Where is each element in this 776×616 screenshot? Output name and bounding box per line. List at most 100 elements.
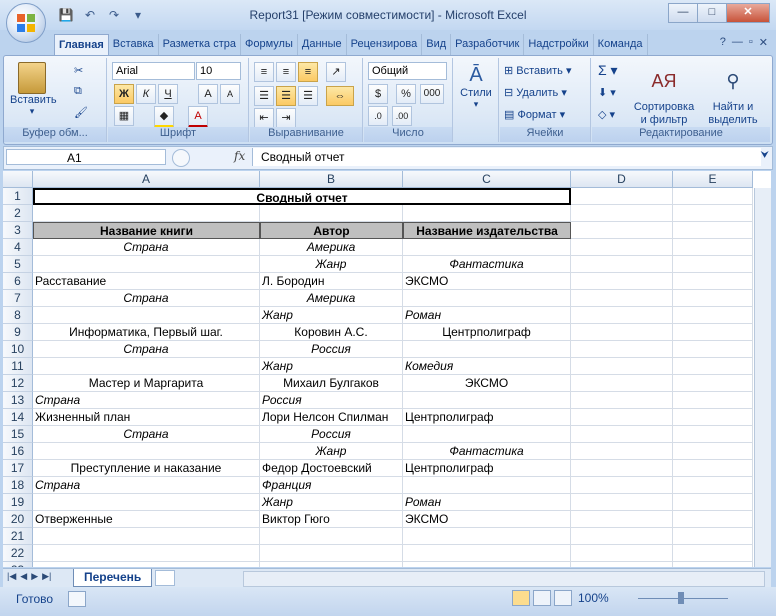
empty-cell[interactable] xyxy=(571,324,673,341)
align-top-icon[interactable]: ≡ xyxy=(254,62,274,82)
cell-a21[interactable] xyxy=(33,528,260,545)
page-layout-view-icon[interactable] xyxy=(533,590,551,606)
cell-c3[interactable]: Название издательства xyxy=(403,222,571,239)
column-header[interactable]: E xyxy=(673,171,753,188)
cell-c19[interactable]: Роман xyxy=(403,494,571,511)
insert-function-icon[interactable]: fx xyxy=(234,149,245,163)
empty-cell[interactable] xyxy=(673,426,753,443)
font-name-select[interactable]: Arial xyxy=(112,62,195,80)
empty-cell[interactable] xyxy=(571,205,673,222)
redo-icon[interactable]: ↷ xyxy=(104,6,124,24)
minimize-button[interactable]: — xyxy=(668,3,698,23)
decrease-decimal-icon[interactable]: .00 xyxy=(392,106,412,126)
undo-icon[interactable]: ↶ xyxy=(80,6,100,24)
first-sheet-icon[interactable]: |◀ xyxy=(7,571,16,582)
vertical-scrollbar[interactable] xyxy=(754,188,771,567)
empty-cell[interactable] xyxy=(571,358,673,375)
save-icon[interactable]: 💾 xyxy=(56,6,76,24)
column-header[interactable]: A xyxy=(33,171,260,188)
row-header[interactable]: 4 xyxy=(3,239,33,256)
delete-cells-button[interactable]: ⊟ Удалить ▾ xyxy=(504,86,567,99)
empty-cell[interactable] xyxy=(673,409,753,426)
empty-cell[interactable] xyxy=(571,545,673,562)
row-header[interactable]: 22 xyxy=(3,545,33,562)
empty-cell[interactable] xyxy=(571,443,673,460)
underline-button[interactable]: Ч xyxy=(158,84,178,104)
empty-cell[interactable] xyxy=(571,562,673,567)
cell-a9[interactable]: Информатика, Первый шаг. xyxy=(33,324,260,341)
empty-cell[interactable] xyxy=(571,392,673,409)
cell-a19[interactable] xyxy=(33,494,260,511)
tab-3[interactable]: Формулы xyxy=(241,34,298,55)
row-header[interactable]: 9 xyxy=(3,324,33,341)
cell-b5[interactable]: Жанр xyxy=(260,256,403,273)
fill-color-icon[interactable]: ◆ xyxy=(154,106,174,128)
grow-font-icon[interactable]: A xyxy=(198,84,218,104)
empty-cell[interactable] xyxy=(673,392,753,409)
empty-cell[interactable] xyxy=(673,562,753,567)
empty-cell[interactable] xyxy=(571,222,673,239)
cell-c7[interactable] xyxy=(403,290,571,307)
cell-b18[interactable]: Франция xyxy=(260,477,403,494)
cell-b10[interactable]: Россия xyxy=(260,341,403,358)
decrease-indent-icon[interactable]: ⇤ xyxy=(254,108,274,128)
row-header[interactable]: 20 xyxy=(3,511,33,528)
empty-cell[interactable] xyxy=(571,290,673,307)
row-header[interactable]: 12 xyxy=(3,375,33,392)
row-header[interactable]: 16 xyxy=(3,443,33,460)
tab-1[interactable]: Вставка xyxy=(109,34,159,55)
clear-icon[interactable]: ◇ ▾ xyxy=(598,108,615,121)
row-header[interactable]: 2 xyxy=(3,205,33,222)
normal-view-icon[interactable] xyxy=(512,590,530,606)
empty-cell[interactable] xyxy=(673,188,753,205)
cell-b19[interactable]: Жанр xyxy=(260,494,403,511)
cell-b7[interactable]: Америка xyxy=(260,290,403,307)
office-button[interactable] xyxy=(6,3,46,43)
empty-cell[interactable] xyxy=(571,239,673,256)
last-sheet-icon[interactable]: ▶| xyxy=(42,571,51,582)
row-header[interactable]: 17 xyxy=(3,460,33,477)
row-header[interactable]: 10 xyxy=(3,341,33,358)
close-workbook-icon[interactable]: ✕ xyxy=(759,36,768,49)
empty-cell[interactable] xyxy=(673,324,753,341)
align-center-icon[interactable]: ☰ xyxy=(276,86,296,106)
cell-c20[interactable]: ЭКСМО xyxy=(403,511,571,528)
empty-cell[interactable] xyxy=(571,426,673,443)
tab-8[interactable]: Надстройки xyxy=(524,34,594,55)
tab-7[interactable]: Разработчик xyxy=(451,34,525,55)
cell-b15[interactable]: Россия xyxy=(260,426,403,443)
cell-a14[interactable]: Жизненный план xyxy=(33,409,260,426)
cell-b20[interactable]: Виктор Гюго xyxy=(260,511,403,528)
merge-center-icon[interactable]: ⇔ xyxy=(326,86,354,106)
cell-b22[interactable] xyxy=(260,545,403,562)
expand-formula-bar-icon[interactable]: ⮟ xyxy=(761,150,770,161)
empty-cell[interactable] xyxy=(673,460,753,477)
empty-cell[interactable] xyxy=(673,358,753,375)
select-all-corner[interactable] xyxy=(3,171,33,188)
cell-a12[interactable]: Мастер и Маргарита xyxy=(33,375,260,392)
orientation-icon[interactable]: ↗ xyxy=(326,62,346,82)
empty-cell[interactable] xyxy=(571,460,673,477)
row-header[interactable]: 23 xyxy=(3,562,33,567)
format-cells-button[interactable]: ▤ Формат ▾ xyxy=(504,108,565,121)
row-header[interactable]: 6 xyxy=(3,273,33,290)
row-header[interactable]: 21 xyxy=(3,528,33,545)
align-bottom-icon[interactable]: ≡ xyxy=(298,62,318,82)
cell-b12[interactable]: Михаил Булгаков xyxy=(260,375,403,392)
align-middle-icon[interactable]: ≡ xyxy=(276,62,296,82)
cell-b16[interactable]: Жанр xyxy=(260,443,403,460)
styles-button[interactable]: Ā Стили ▾ xyxy=(456,64,496,110)
row-header[interactable]: 11 xyxy=(3,358,33,375)
empty-cell[interactable] xyxy=(673,528,753,545)
horizontal-scrollbar[interactable] xyxy=(243,571,765,587)
cell-b8[interactable]: Жанр xyxy=(260,307,403,324)
empty-cell[interactable] xyxy=(673,375,753,392)
insert-cells-button[interactable]: ⊞ Вставить ▾ xyxy=(504,64,572,77)
macro-record-icon[interactable] xyxy=(68,591,86,607)
empty-cell[interactable] xyxy=(673,239,753,256)
cell-c13[interactable] xyxy=(403,392,571,409)
cell-c10[interactable] xyxy=(403,341,571,358)
cell-c5[interactable]: Фантастика xyxy=(403,256,571,273)
cell-c11[interactable]: Комедия xyxy=(403,358,571,375)
tab-4[interactable]: Данные xyxy=(298,34,347,55)
